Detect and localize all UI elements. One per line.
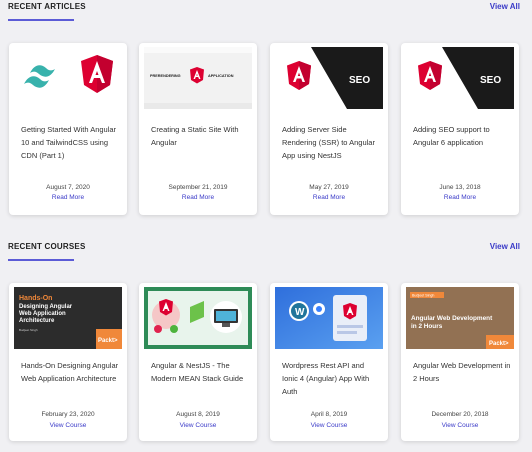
svg-text:Designing Angular: Designing Angular bbox=[19, 304, 73, 310]
svg-text:Budjeet Singh: Budjeet Singh bbox=[19, 328, 38, 332]
article-title[interactable]: Getting Started With Angular 10 and Tail… bbox=[21, 123, 119, 162]
article-date: June 13, 2018 bbox=[439, 184, 481, 191]
svg-text:Packt>: Packt> bbox=[98, 338, 118, 344]
article-card[interactable]: Getting Started With Angular 10 and Tail… bbox=[9, 43, 127, 215]
svg-text:W: W bbox=[295, 307, 305, 318]
section-header: RECENT ARTICLES View All bbox=[0, 0, 532, 24]
mongodb-logo-icon bbox=[170, 325, 178, 333]
article-title[interactable]: Adding Server Side Rendering (SSR) to An… bbox=[282, 123, 380, 162]
recent-articles-section: RECENT ARTICLES View All Getting Started… bbox=[0, 0, 532, 215]
svg-text:Architecture: Architecture bbox=[19, 318, 55, 324]
section-title: RECENT COURSES bbox=[8, 242, 86, 251]
read-more-link[interactable]: Read More bbox=[9, 194, 127, 201]
course-title[interactable]: Hands-On Designing Angular Web Applicati… bbox=[21, 359, 119, 385]
article-date: May 27, 2019 bbox=[309, 184, 349, 191]
svg-text:Angular Web Development: Angular Web Development bbox=[411, 315, 493, 322]
course-thumbnail: Budjeet Singh Angular Web Development in… bbox=[406, 287, 514, 349]
course-card[interactable]: Angular & NestJS - The Modern MEAN Stack… bbox=[139, 283, 257, 441]
view-course-link[interactable]: View Course bbox=[401, 422, 519, 429]
course-card[interactable]: Budjeet Singh Angular Web Development in… bbox=[401, 283, 519, 441]
article-thumbnail: SEO bbox=[406, 47, 514, 109]
course-date: August 8, 2019 bbox=[176, 411, 220, 418]
course-thumbnail: Hands-On Designing Angular Web Applicati… bbox=[14, 287, 122, 349]
svg-text:SEO: SEO bbox=[349, 75, 370, 86]
view-course-link[interactable]: View Course bbox=[139, 422, 257, 429]
svg-text:APPLICATION: APPLICATION bbox=[208, 74, 234, 78]
view-course-link[interactable]: View Course bbox=[270, 422, 388, 429]
article-date: August 7, 2020 bbox=[46, 184, 90, 191]
section-header: RECENT COURSES View All bbox=[0, 240, 532, 264]
svg-text:SEO: SEO bbox=[480, 75, 501, 86]
svg-text:Web Application: Web Application bbox=[19, 311, 66, 317]
article-card[interactable]: SEO Adding Server Side Rendering (SSR) t… bbox=[270, 43, 388, 215]
course-thumbnail bbox=[144, 287, 252, 349]
svg-text:Budjeet Singh: Budjeet Singh bbox=[412, 294, 434, 298]
course-title[interactable]: Angular Web Development in 2 Hours bbox=[413, 359, 511, 385]
course-title[interactable]: Wordpress Rest API and Ionic 4 (Angular)… bbox=[282, 359, 380, 398]
section-underline bbox=[8, 19, 74, 21]
course-title[interactable]: Angular & NestJS - The Modern MEAN Stack… bbox=[151, 359, 249, 385]
article-thumbnail: SEO bbox=[275, 47, 383, 109]
read-more-link[interactable]: Read More bbox=[139, 194, 257, 201]
course-card[interactable]: Hands-On Designing Angular Web Applicati… bbox=[9, 283, 127, 441]
svg-text:Hands-On: Hands-On bbox=[19, 295, 52, 302]
view-all-articles-link[interactable]: View All bbox=[490, 2, 520, 11]
svg-text:Packt>: Packt> bbox=[489, 341, 509, 347]
read-more-link[interactable]: Read More bbox=[401, 194, 519, 201]
course-date: April 8, 2019 bbox=[310, 411, 348, 418]
article-date: September 21, 2019 bbox=[168, 184, 228, 191]
article-title[interactable]: Creating a Static Site With Angular bbox=[151, 123, 249, 149]
svg-text:PRERENDERING: PRERENDERING bbox=[150, 74, 181, 78]
article-title[interactable]: Adding SEO support to Angular 6 applicat… bbox=[413, 123, 511, 149]
course-thumbnail: W bbox=[275, 287, 383, 349]
course-date: December 20, 2018 bbox=[431, 411, 489, 418]
recent-courses-section: RECENT COURSES View All Hands-On Designi… bbox=[0, 240, 532, 441]
article-card[interactable]: PRERENDERING APPLICATION Creating a Stat… bbox=[139, 43, 257, 215]
view-all-courses-link[interactable]: View All bbox=[490, 242, 520, 251]
course-date: February 23, 2020 bbox=[41, 411, 95, 418]
svg-text:in 2 Hours: in 2 Hours bbox=[411, 323, 443, 330]
read-more-link[interactable]: Read More bbox=[270, 194, 388, 201]
article-card[interactable]: SEO Adding SEO support to Angular 6 appl… bbox=[401, 43, 519, 215]
section-title: RECENT ARTICLES bbox=[8, 2, 86, 11]
course-card[interactable]: W Wordpress Rest API and Ionic 4 (Angula… bbox=[270, 283, 388, 441]
article-thumbnail: PRERENDERING APPLICATION bbox=[144, 47, 252, 109]
nestjs-logo-icon bbox=[154, 325, 162, 333]
section-underline bbox=[8, 259, 74, 261]
article-thumbnail bbox=[14, 47, 122, 109]
view-course-link[interactable]: View Course bbox=[9, 422, 127, 429]
